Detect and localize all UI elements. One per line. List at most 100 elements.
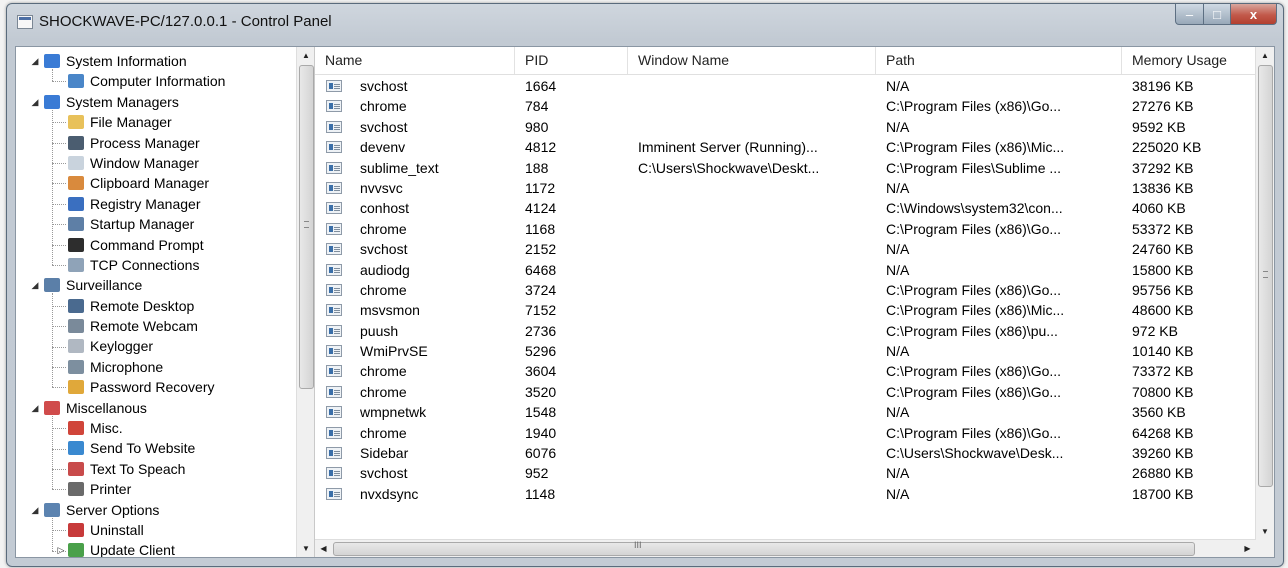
microphone-icon xyxy=(68,359,84,374)
table-row[interactable]: nvxdsync 1148 N/A 18700 KB xyxy=(315,484,1256,504)
process-icon xyxy=(68,135,84,150)
list-scroll-thumb[interactable] xyxy=(1258,65,1273,487)
process-icon xyxy=(326,467,342,480)
pid-cell: 188 xyxy=(525,159,549,176)
table-row[interactable]: svchost 1664 N/A 38196 KB xyxy=(315,76,1256,96)
process-icon xyxy=(326,263,342,276)
tree-connector xyxy=(52,305,66,307)
expand-arrow-icon[interactable]: ▷ xyxy=(56,540,66,557)
scroll-right-arrow-icon[interactable]: ▶ xyxy=(1239,540,1256,557)
collapse-arrow-icon[interactable]: ◢ xyxy=(30,500,40,520)
globe-icon xyxy=(68,441,84,456)
table-row[interactable]: audiodg 6468 N/A 15800 KB xyxy=(315,260,1256,280)
column-header-name[interactable]: Name xyxy=(315,47,515,74)
minimize-button[interactable]: – xyxy=(1175,4,1204,25)
table-row[interactable]: chrome 784 C:\Program Files (x86)\Go... 272… xyxy=(315,96,1256,116)
collapse-arrow-icon[interactable]: ◢ xyxy=(30,92,40,112)
table-row[interactable]: chrome 1168 C:\Program Files (x86)\Go... 53… xyxy=(315,219,1256,239)
process-name-cell: svchost xyxy=(360,78,408,94)
table-row[interactable]: chrome 3724 C:\Program Files (x86)\Go... 95… xyxy=(315,280,1256,300)
monitor-icon xyxy=(44,54,60,68)
table-row[interactable]: WmiPrvSE 5296 N/A 10140 KB xyxy=(315,341,1256,361)
clipboard-icon xyxy=(68,176,84,191)
tree-item-system-managers[interactable]: ◢ System Managers xyxy=(16,92,298,112)
path-cell: C:\Program Files (x86)\Mic... xyxy=(886,302,1065,319)
path-cell: C:\Program Files (x86)\Go... xyxy=(886,424,1062,441)
printer-icon xyxy=(68,482,84,497)
pid-cell: 5296 xyxy=(525,343,557,360)
collapse-arrow-icon[interactable]: ◢ xyxy=(30,51,40,71)
path-cell: C:\Program Files (x86)\Go... xyxy=(886,363,1062,380)
tree-item-server-options[interactable]: ◢ Server Options xyxy=(16,500,298,520)
table-row[interactable]: devenv 4812 Imminent Server (Running)... C:… xyxy=(315,137,1256,157)
table-row[interactable]: chrome 3604 C:\Program Files (x86)\Go... 73… xyxy=(315,361,1256,381)
path-cell: N/A xyxy=(886,179,910,196)
collapse-arrow-icon[interactable]: ◢ xyxy=(30,275,40,295)
tree-item-label: Text To Speach xyxy=(90,460,186,477)
tree-item-surveillance[interactable]: ◢ Surveillance xyxy=(16,275,298,295)
eye-icon xyxy=(44,278,60,293)
memory-usage-cell: 10140 KB xyxy=(1132,343,1194,360)
memory-usage-cell: 9592 KB xyxy=(1132,118,1186,135)
tree-list: ◢ System Information Computer Information ◢… xyxy=(16,51,298,557)
scroll-up-arrow-icon[interactable]: ▲ xyxy=(1256,47,1274,64)
tree-connector xyxy=(52,326,66,328)
scroll-grip-icon xyxy=(1263,271,1268,278)
process-icon xyxy=(326,304,342,317)
maximize-button[interactable]: □ xyxy=(1204,4,1231,25)
table-row[interactable]: wmpnetwk 1548 N/A 3560 KB xyxy=(315,402,1256,422)
memory-usage-cell: 70800 KB xyxy=(1132,383,1194,400)
memory-usage-cell: 39260 KB xyxy=(1132,445,1194,462)
column-header-path[interactable]: Path xyxy=(876,47,1122,74)
process-icon xyxy=(326,161,342,174)
scroll-down-arrow-icon[interactable]: ▼ xyxy=(1256,523,1274,540)
table-row[interactable]: chrome 1940 C:\Program Files (x86)\Go... 64… xyxy=(315,423,1256,443)
list-horizontal-scrollbar[interactable]: ◀ III ▶ xyxy=(315,539,1256,557)
tree-connector xyxy=(52,530,66,532)
path-cell: N/A xyxy=(886,404,910,421)
tree-item-miscellanous[interactable]: ◢ Miscellanous xyxy=(16,398,298,418)
tree-scroll-thumb[interactable] xyxy=(299,65,314,389)
table-row[interactable]: svchost 952 N/A 26880 KB xyxy=(315,463,1256,483)
tree-vertical-scrollbar[interactable]: ▲ ▼ xyxy=(296,47,314,557)
table-row[interactable]: Sidebar 6076 C:\Users\Shockwave\Desk... 392… xyxy=(315,443,1256,463)
process-name-cell: svchost xyxy=(360,241,408,258)
table-row[interactable]: puush 2736 C:\Program Files (x86)\pu... 972… xyxy=(315,321,1256,341)
process-name-cell: Sidebar xyxy=(360,445,409,462)
pid-cell: 6076 xyxy=(525,445,557,462)
column-header-window-name[interactable]: Window Name xyxy=(628,47,876,74)
table-row[interactable]: chrome 3520 C:\Program Files (x86)\Go... 70… xyxy=(315,382,1256,402)
close-button[interactable]: x xyxy=(1231,4,1277,25)
column-header-pid[interactable]: PID xyxy=(515,47,628,74)
table-row[interactable]: conhost 4124 C:\Windows\system32\con... 406… xyxy=(315,198,1256,218)
table-row[interactable]: msvsmon 7152 C:\Program Files (x86)\Mic...… xyxy=(315,300,1256,320)
network-icon xyxy=(68,257,84,272)
column-header-row: Name PID Window Name Path Memory Usage xyxy=(315,47,1256,75)
horizontal-scroll-thumb[interactable]: III xyxy=(333,540,1195,556)
table-row[interactable]: svchost 980 N/A 9592 KB xyxy=(315,117,1256,137)
column-header-memory-usage[interactable]: Memory Usage xyxy=(1122,47,1262,74)
list-vertical-scrollbar[interactable]: ▲ ▼ xyxy=(1255,47,1274,557)
collapse-arrow-icon[interactable]: ◢ xyxy=(30,398,40,418)
process-name-cell: chrome xyxy=(360,424,407,441)
tree-item-system-information[interactable]: ◢ System Information xyxy=(16,51,298,71)
tree-item-label: Command Prompt xyxy=(90,236,204,253)
window-name-cell: Imminent Server (Running)... xyxy=(638,139,818,156)
pid-cell: 1940 xyxy=(525,424,557,441)
table-row[interactable]: svchost 2152 N/A 24760 KB xyxy=(315,239,1256,259)
folder-icon xyxy=(68,115,84,130)
scroll-left-arrow-icon[interactable]: ◀ xyxy=(315,540,332,557)
process-icon xyxy=(326,426,342,439)
memory-usage-cell: 18700 KB xyxy=(1132,485,1194,502)
window-controls: – □ x xyxy=(1175,4,1277,26)
process-icon xyxy=(326,181,342,194)
title-bar[interactable]: SHOCKWAVE-PC/127.0.0.1 - Control Panel –… xyxy=(7,4,1283,38)
scroll-up-arrow-icon[interactable]: ▲ xyxy=(297,47,314,64)
scroll-down-arrow-icon[interactable]: ▼ xyxy=(297,540,314,557)
tree-item-label: Surveillance xyxy=(66,277,143,294)
tree-item-update-client[interactable]: ▷ Update Client xyxy=(16,540,298,557)
table-row[interactable]: nvvsvc 1172 N/A 13836 KB xyxy=(315,178,1256,198)
table-row[interactable]: sublime_text 188 C:\Users\Shockwave\Deskt.… xyxy=(315,158,1256,178)
process-name-cell: puush xyxy=(360,322,399,339)
tree-item-label: TCP Connections xyxy=(90,256,200,273)
